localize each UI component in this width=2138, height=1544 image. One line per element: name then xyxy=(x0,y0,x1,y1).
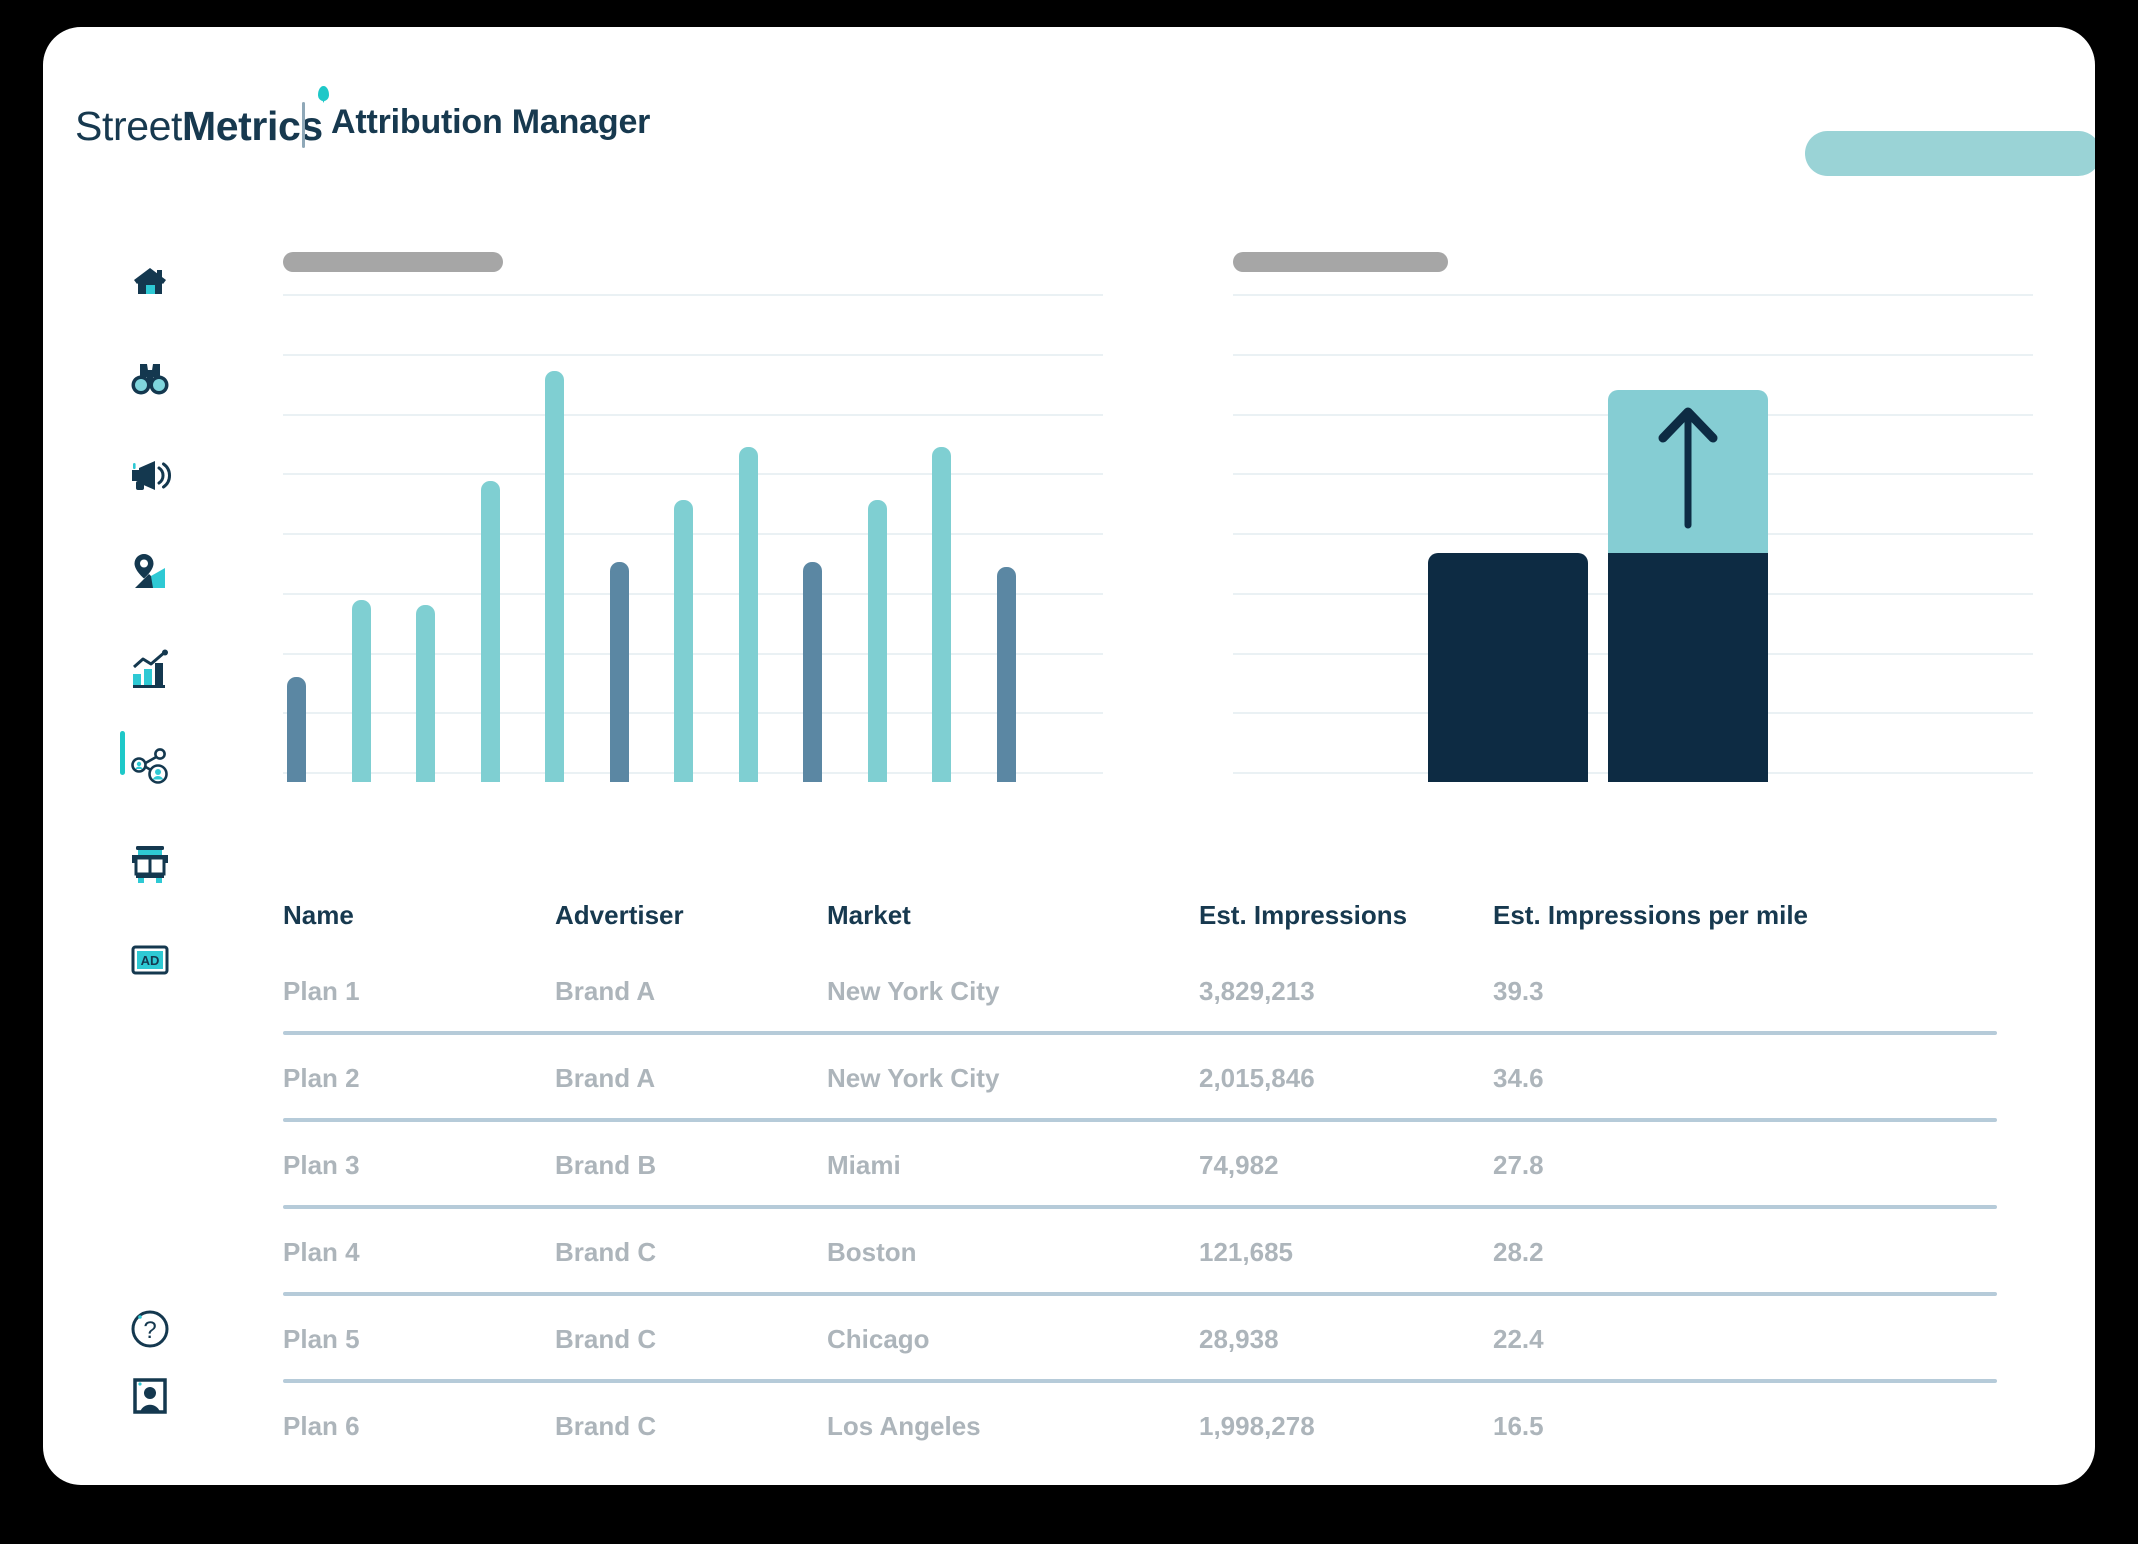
application-window: Street Metrics Attribution Manager AD ? … xyxy=(43,27,2095,1485)
table-cell-market: Chicago xyxy=(827,1324,930,1354)
table-cell-per-mile: 34.6 xyxy=(1493,1063,1544,1093)
table-cell-name: Plan 3 xyxy=(283,1150,360,1180)
table-cell-advertiser: Brand A xyxy=(555,1063,656,1093)
plans-table: Name Advertiser Market Est. Impressions … xyxy=(283,882,2023,1470)
header-action-button[interactable] xyxy=(1805,131,2095,176)
svg-text:?: ? xyxy=(143,1317,156,1344)
table-cell-impressions: 121,685 xyxy=(1199,1237,1293,1267)
binoculars-icon xyxy=(129,358,171,398)
streetmetrics-logo: Street Metrics xyxy=(75,86,329,150)
table-row[interactable]: Plan 5 Brand C Chicago 28,938 22.4 xyxy=(283,1296,2023,1383)
sidebar-item-ads[interactable]: AD xyxy=(121,931,179,989)
table-cell-market: Miami xyxy=(827,1150,901,1180)
sidebar-item-attribution[interactable] xyxy=(121,737,179,795)
brand-name-light: Street xyxy=(75,103,182,149)
sidebar-nav: AD ? xyxy=(43,252,171,1432)
table-cell-impressions: 74,982 xyxy=(1199,1150,1279,1180)
chart-bar xyxy=(287,677,306,782)
table-row[interactable]: Plan 1 Brand A New York City 3,829,213 39.3 xyxy=(283,948,2023,1035)
chart-bar xyxy=(868,500,887,782)
table-cell-advertiser: Brand B xyxy=(555,1150,657,1180)
chart-bar xyxy=(352,600,371,782)
sidebar-item-markets[interactable] xyxy=(121,543,179,601)
table-header-row: Name Advertiser Market Est. Impressions … xyxy=(283,882,2023,948)
home-icon xyxy=(130,261,170,301)
table-cell-impressions: 2,015,846 xyxy=(1199,1063,1315,1093)
table-cell-name: Plan 4 xyxy=(283,1237,360,1267)
up-arrow-icon xyxy=(1658,407,1718,529)
table-cell-name: Plan 5 xyxy=(283,1324,360,1354)
sidebar-item-home[interactable] xyxy=(121,252,179,310)
table-cell-market: Los Angeles xyxy=(827,1411,981,1441)
table-cell-per-mile: 22.4 xyxy=(1493,1324,1544,1354)
table-row[interactable]: Plan 6 Brand C Los Angeles 1,998,278 16.5 xyxy=(283,1383,2023,1470)
chart-bar-base xyxy=(1428,553,1588,782)
table-cell-market: New York City xyxy=(827,976,1000,1006)
column-header-per-mile: Est. Impressions per mile xyxy=(1493,899,1809,930)
chart-bar xyxy=(803,562,822,782)
sidebar-item-fleet[interactable] xyxy=(121,834,179,892)
table-row[interactable]: Plan 3 Brand B Miami 74,982 27.8 xyxy=(283,1122,2023,1209)
column-header-advertiser: Advertiser xyxy=(555,899,684,930)
help-circle-icon: ? xyxy=(129,1308,171,1355)
map-pin-dot-icon xyxy=(318,86,329,101)
column-header-name: Name xyxy=(283,899,354,930)
chart-bar xyxy=(416,605,435,782)
table-cell-name: Plan 6 xyxy=(283,1411,360,1441)
chart-bar xyxy=(674,500,693,782)
chart-bar-base xyxy=(1608,553,1768,782)
table-row[interactable]: Plan 2 Brand A New York City 2,015,846 34.6 xyxy=(283,1035,2023,1122)
sidebar-item-reports[interactable] xyxy=(121,640,179,698)
table-cell-name: Plan 2 xyxy=(283,1063,360,1093)
chart-bar xyxy=(997,567,1016,782)
sidebar-item-help[interactable]: ? xyxy=(121,1302,179,1360)
table-cell-advertiser: Brand C xyxy=(555,1237,657,1267)
page-title: Attribution Manager xyxy=(331,103,651,141)
header-divider xyxy=(302,102,305,148)
sidebar-item-account[interactable] xyxy=(121,1369,179,1427)
table-cell-impressions: 1,998,278 xyxy=(1199,1411,1315,1441)
ad-badge-icon: AD xyxy=(129,943,171,977)
user-card-icon xyxy=(130,1375,170,1422)
app-header: Street Metrics Attribution Manager xyxy=(43,27,2095,176)
chart-bar xyxy=(739,447,758,782)
chart-bar-lift xyxy=(1608,390,1768,553)
bar-chart-panel-left xyxy=(283,252,1103,782)
table-cell-impressions: 28,938 xyxy=(1199,1324,1279,1354)
bar-chart-panel-right xyxy=(1233,252,2033,782)
table-cell-per-mile: 27.8 xyxy=(1493,1150,1544,1180)
chart-bar xyxy=(610,562,629,782)
chart-plot-area-right xyxy=(1233,262,2033,782)
table-cell-name: Plan 1 xyxy=(283,976,360,1006)
table-cell-advertiser: Brand C xyxy=(555,1411,657,1441)
chart-bar xyxy=(545,371,564,782)
sidebar-item-explore[interactable] xyxy=(121,349,179,407)
table-cell-per-mile: 16.5 xyxy=(1493,1411,1544,1441)
chart-plot-area-left xyxy=(283,262,1103,782)
column-header-market: Market xyxy=(827,899,911,930)
chart-bar xyxy=(932,447,951,782)
svg-text:AD: AD xyxy=(141,953,160,968)
table-cell-per-mile: 28.2 xyxy=(1493,1237,1544,1267)
share-nodes-icon xyxy=(128,746,172,786)
table-body: Plan 1 Brand A New York City 3,829,213 39.3 P… xyxy=(283,948,2023,1470)
table-cell-market: Boston xyxy=(827,1237,917,1267)
bar-chart-icon xyxy=(129,649,171,689)
table-cell-market: New York City xyxy=(827,1063,1000,1093)
table-cell-advertiser: Brand A xyxy=(555,976,656,1006)
table-cell-per-mile: 39.3 xyxy=(1493,976,1544,1006)
megaphone-icon xyxy=(128,457,172,493)
table-row[interactable]: Plan 4 Brand C Boston 121,685 28.2 xyxy=(283,1209,2023,1296)
table-cell-impressions: 3,829,213 xyxy=(1199,976,1315,1006)
bus-icon xyxy=(130,842,170,884)
chart-bar xyxy=(481,481,500,782)
sidebar-item-campaigns[interactable] xyxy=(121,446,179,504)
column-header-impressions: Est. Impressions xyxy=(1199,899,1408,930)
table-cell-advertiser: Brand C xyxy=(555,1324,657,1354)
map-pin-icon xyxy=(129,552,171,592)
